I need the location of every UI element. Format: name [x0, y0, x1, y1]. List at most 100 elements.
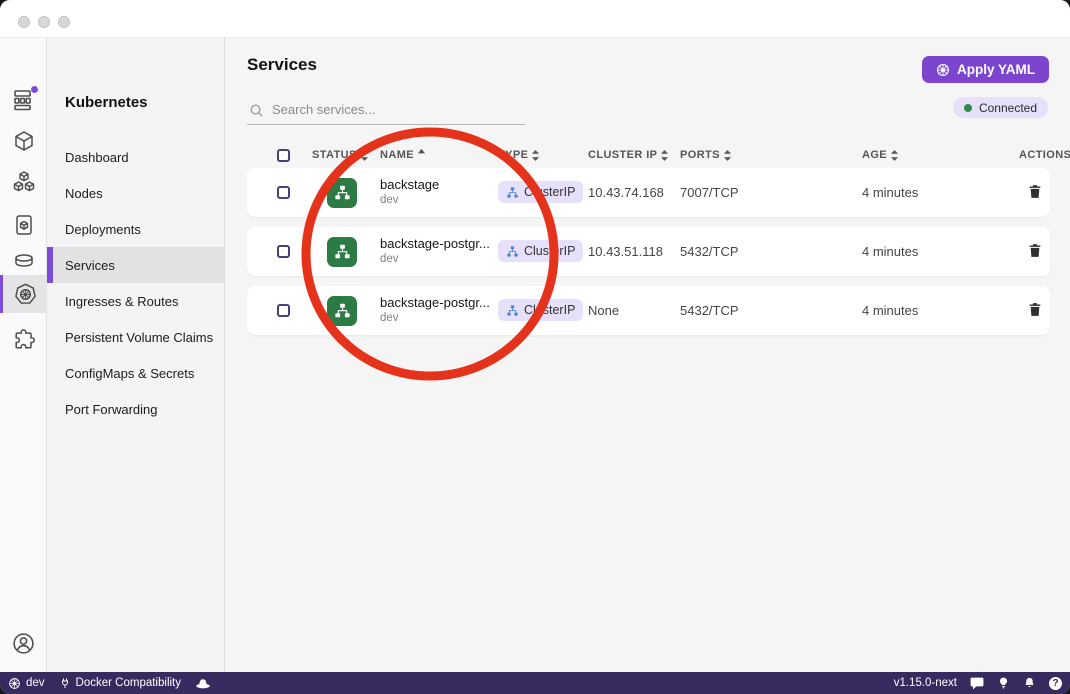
- sidebar-item-deployments[interactable]: Deployments: [47, 211, 224, 247]
- podman-machine-item[interactable]: [195, 677, 211, 689]
- close-button[interactable]: [18, 16, 30, 28]
- pods-icon: [11, 170, 37, 196]
- cluster-ip-icon: [506, 245, 519, 258]
- row-checkbox[interactable]: [277, 304, 290, 317]
- row-checkbox[interactable]: [277, 245, 290, 258]
- sitemap-icon: [333, 301, 352, 320]
- sort-icon: [890, 150, 899, 161]
- age: 4 minutes: [862, 244, 1019, 259]
- kube-wheel-icon: [8, 677, 21, 690]
- sidebar-item-nodes[interactable]: Nodes: [47, 175, 224, 211]
- table-header: STATUS NAME TYPE CLUSTER IP PORTS AGE: [247, 141, 1050, 169]
- connected-dot-icon: [964, 104, 972, 112]
- cluster-ip-icon: [506, 304, 519, 317]
- sidebar-nav: Dashboard Nodes Deployments Services Ing…: [47, 139, 224, 427]
- bell-icon[interactable]: [1023, 676, 1036, 690]
- sitemap-icon: [333, 183, 352, 202]
- plug-icon: [59, 677, 71, 690]
- column-header-status[interactable]: STATUS: [312, 149, 380, 161]
- search-input[interactable]: [247, 96, 525, 124]
- column-header-cluster-ip[interactable]: CLUSTER IP: [588, 149, 680, 161]
- service-name: backstage-postgr...: [380, 236, 498, 252]
- column-header-name[interactable]: NAME: [380, 148, 498, 163]
- sort-icon: [723, 150, 732, 161]
- rail-item-pods[interactable]: [0, 164, 47, 202]
- kube-context-item[interactable]: dev: [8, 677, 45, 690]
- main-content: Services Apply YAML Connected STATUS: [225, 38, 1070, 672]
- column-header-type[interactable]: TYPE: [498, 149, 588, 161]
- services-table: backstage dev ClusterIP 10.43.74.168 700…: [247, 168, 1050, 345]
- zoom-button[interactable]: [58, 16, 70, 28]
- type-label: ClusterIP: [524, 185, 575, 199]
- apply-yaml-label: Apply YAML: [957, 62, 1035, 77]
- rail-item-extensions[interactable]: [0, 320, 47, 358]
- table-row[interactable]: backstage-postgr... dev ClusterIP 10.43.…: [247, 227, 1050, 276]
- service-status-icon: [327, 237, 357, 267]
- age: 4 minutes: [862, 303, 1019, 318]
- docker-compatibility-item[interactable]: Docker Compatibility: [59, 677, 181, 690]
- sidebar-item-port-forwarding[interactable]: Port Forwarding: [47, 391, 224, 427]
- sort-asc-icon: [417, 148, 426, 157]
- service-name: backstage: [380, 177, 498, 193]
- column-header-ports[interactable]: PORTS: [680, 149, 862, 161]
- sidebar-item-ingresses[interactable]: Ingresses & Routes: [47, 283, 224, 319]
- type-badge: ClusterIP: [498, 299, 583, 321]
- sidebar: Kubernetes Dashboard Nodes Deployments S…: [47, 38, 225, 672]
- rail-item-kubernetes[interactable]: [0, 275, 47, 313]
- images-icon: [12, 213, 36, 237]
- sitemap-icon: [333, 242, 352, 261]
- delete-button[interactable]: [1019, 240, 1050, 264]
- connected-label: Connected: [979, 101, 1037, 115]
- cluster-ip: 10.43.51.118: [588, 244, 680, 259]
- type-badge: ClusterIP: [498, 181, 583, 203]
- delete-button[interactable]: [1019, 181, 1050, 205]
- help-icon[interactable]: [1049, 677, 1062, 690]
- trash-icon: [1027, 301, 1043, 318]
- kube-wheel-icon: [936, 63, 950, 77]
- feedback-bubble-icon[interactable]: [970, 677, 984, 690]
- column-header-age[interactable]: AGE: [862, 149, 1019, 161]
- app-window: Kubernetes Dashboard Nodes Deployments S…: [0, 0, 1070, 694]
- type-badge: ClusterIP: [498, 240, 583, 262]
- ports: 7007/TCP: [680, 185, 862, 200]
- ports: 5432/TCP: [680, 303, 862, 318]
- type-label: ClusterIP: [524, 244, 575, 258]
- sidebar-item-services[interactable]: Services: [47, 247, 224, 283]
- minimize-button[interactable]: [38, 16, 50, 28]
- ports: 5432/TCP: [680, 244, 862, 259]
- table-row[interactable]: backstage-postgr... dev ClusterIP None 5…: [247, 286, 1050, 335]
- sort-icon: [360, 150, 369, 161]
- cluster-ip: None: [588, 303, 680, 318]
- service-status-icon: [327, 178, 357, 208]
- connected-badge: Connected: [953, 97, 1048, 118]
- select-all-checkbox[interactable]: [277, 149, 290, 162]
- service-name-cell: backstage-postgr... dev: [380, 236, 498, 267]
- app-version: v1.15.0-next: [894, 677, 957, 689]
- icon-rail: [0, 38, 47, 672]
- service-name-cell: backstage-postgr... dev: [380, 295, 498, 326]
- trash-icon: [1027, 183, 1043, 200]
- sidebar-item-configmaps[interactable]: ConfigMaps & Secrets: [47, 355, 224, 391]
- service-name: backstage-postgr...: [380, 295, 498, 311]
- titlebar: [0, 0, 1070, 38]
- page-title: Services: [247, 55, 317, 75]
- rail-item-containers[interactable]: [0, 122, 47, 160]
- sidebar-item-pvc[interactable]: Persistent Volume Claims: [47, 319, 224, 355]
- column-header-actions: ACTIONS: [1019, 149, 1070, 161]
- type-label: ClusterIP: [524, 303, 575, 317]
- table-row[interactable]: backstage dev ClusterIP 10.43.74.168 700…: [247, 168, 1050, 217]
- service-namespace: dev: [380, 193, 498, 207]
- notification-dot: [31, 86, 38, 93]
- service-name-cell: backstage dev: [380, 177, 498, 208]
- sidebar-item-dashboard[interactable]: Dashboard: [47, 139, 224, 175]
- rail-item-account[interactable]: [0, 624, 47, 662]
- kubernetes-icon: [13, 282, 38, 307]
- apply-yaml-button[interactable]: Apply YAML: [922, 56, 1049, 83]
- rail-item-images[interactable]: [0, 206, 47, 244]
- lightbulb-icon[interactable]: [997, 676, 1010, 690]
- rail-item-dashboard[interactable]: [0, 80, 47, 118]
- account-icon: [11, 631, 36, 656]
- row-checkbox[interactable]: [277, 186, 290, 199]
- search-icon: [249, 103, 264, 118]
- delete-button[interactable]: [1019, 299, 1050, 323]
